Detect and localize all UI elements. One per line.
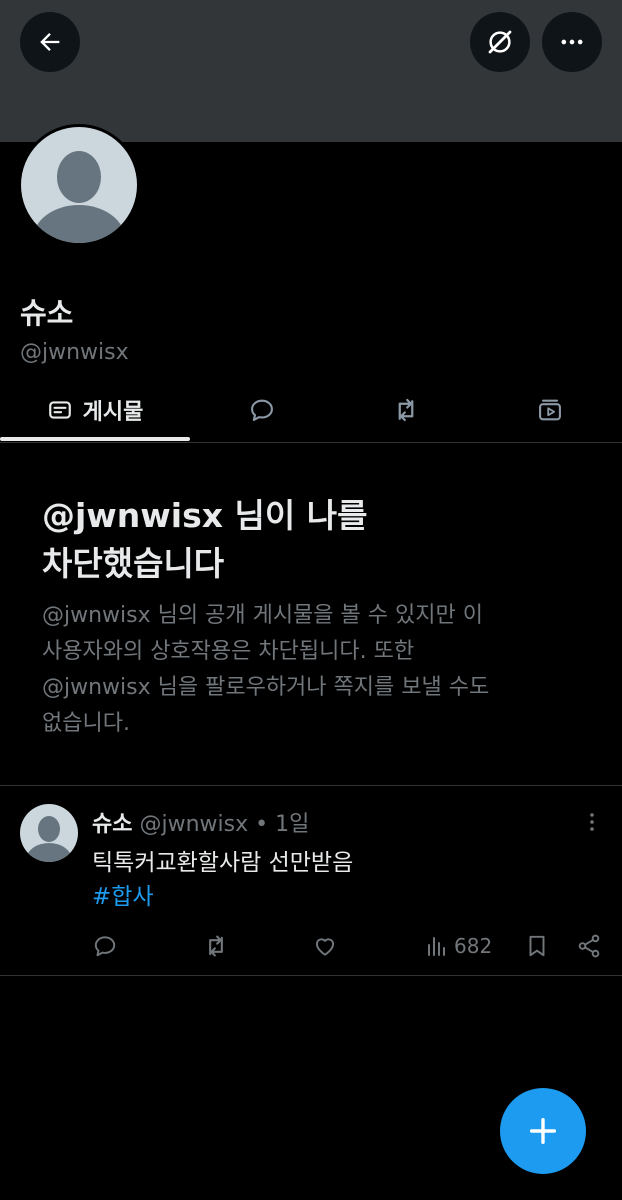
blocked-title-line: 차단했습니다 — [42, 544, 225, 583]
blocked-title-line: @jwnwisx 님이 나를 — [42, 496, 368, 535]
reply-button[interactable] — [92, 930, 118, 962]
blocked-desc-line: @jwnwisx 님을 팔로우하거나 쪽지를 보낼 수도 — [42, 675, 490, 700]
views-count: 682 — [454, 934, 493, 958]
tab-media[interactable] — [488, 380, 612, 440]
profile-banner — [0, 0, 622, 142]
like-button[interactable] — [312, 930, 338, 962]
share-button[interactable] — [576, 930, 602, 962]
blocked-desc-line: 사용자와의 상호작용은 차단됩니다. 또한 — [42, 639, 415, 664]
post-time[interactable]: 1일 — [275, 812, 309, 837]
active-tab-indicator — [0, 437, 190, 441]
share-icon — [578, 934, 600, 958]
posts-icon — [48, 401, 71, 419]
repost-button[interactable] — [202, 930, 230, 962]
post-text: 틱톡커교환할사람 선만받음 — [92, 850, 354, 876]
views-button[interactable]: 682 — [424, 930, 492, 962]
post-hashtag[interactable]: #합사 — [92, 880, 154, 914]
bookmark-icon — [529, 935, 545, 957]
repost-icon — [209, 935, 223, 957]
reposts-icon — [398, 398, 414, 422]
media-icon — [539, 399, 561, 421]
profile-display-name: 슈소 — [20, 296, 74, 330]
profile-avatar[interactable] — [18, 124, 140, 246]
reply-icon — [94, 936, 116, 957]
compose-button[interactable] — [500, 1088, 586, 1174]
post-author-name[interactable]: 슈소 — [92, 812, 132, 837]
replies-icon — [251, 399, 273, 421]
profile-tabs: 게시물 — [0, 380, 622, 443]
blocked-desc-line: 없습니다. — [42, 711, 130, 736]
default-avatar-icon — [21, 127, 137, 243]
heart-icon — [315, 938, 335, 956]
divider — [0, 975, 622, 976]
more-horizontal-icon — [561, 39, 583, 45]
more-vertical-icon — [590, 813, 594, 831]
post-header: 슈소 @jwnwisx • 1일 — [92, 806, 309, 838]
default-avatar-icon — [20, 804, 78, 862]
profile-handle: @jwnwisx — [20, 340, 129, 365]
grok-button[interactable] — [470, 12, 530, 72]
post-separator: • — [248, 812, 276, 837]
more-button[interactable] — [542, 12, 602, 72]
bar-chart-icon — [428, 937, 445, 956]
bookmark-button[interactable] — [524, 930, 550, 962]
tab-replies[interactable] — [200, 380, 324, 440]
blocked-title: @jwnwisx 님이 나를 차단했습니다 — [42, 492, 582, 588]
arrow-left-icon — [40, 33, 60, 51]
tab-posts[interactable]: 게시물 — [0, 380, 190, 440]
blocked-desc-line: @jwnwisx 님의 공개 게시물을 볼 수 있지만 이 — [42, 603, 483, 628]
back-button[interactable] — [20, 12, 80, 72]
post-more-button[interactable] — [578, 808, 606, 836]
divider — [0, 785, 622, 786]
tab-reposts[interactable] — [344, 380, 468, 440]
grok-icon — [488, 30, 512, 54]
post-author-handle[interactable]: @jwnwisx — [139, 812, 248, 837]
plus-icon — [529, 1117, 557, 1145]
post-avatar[interactable] — [20, 804, 78, 862]
tab-posts-label: 게시물 — [82, 400, 144, 425]
blocked-description: @jwnwisx 님의 공개 게시물을 볼 수 있지만 이 사용자와의 상호작용… — [42, 598, 582, 742]
